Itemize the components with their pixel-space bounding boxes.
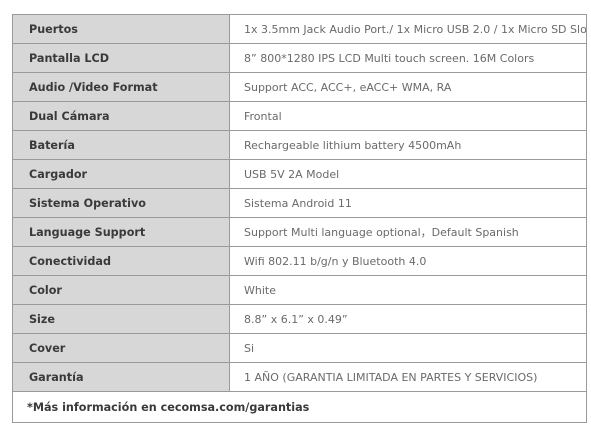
spec-value: Si xyxy=(229,333,587,363)
spec-label: Batería xyxy=(12,130,230,160)
spec-label: Sistema Operativo xyxy=(12,188,230,218)
spec-row: Batería Rechargeable lithium battery 450… xyxy=(12,130,587,160)
spec-row: Sistema Operativo Sistema Android 11 xyxy=(12,188,587,218)
spec-row: Pantalla LCD 8” 800*1280 IPS LCD Multi t… xyxy=(12,43,587,73)
spec-value: Support ACC, ACC+, eACC+ WMA, RA xyxy=(229,72,587,102)
spec-row: Language Support Support Multi language … xyxy=(12,217,587,247)
spec-value: Support Multi language optional，Default … xyxy=(229,217,587,247)
spec-value: Wifi 802.11 b/g/n y Bluetooth 4.0 xyxy=(229,246,587,276)
spec-label: Audio /Video Format xyxy=(12,72,230,102)
spec-value: Rechargeable lithium battery 4500mAh xyxy=(229,130,587,160)
spec-label: Garantía xyxy=(12,362,230,392)
spec-value: 8” 800*1280 IPS LCD Multi touch screen. … xyxy=(229,43,587,73)
spec-row: Cover Si xyxy=(12,333,587,363)
spec-row: Size 8.8” x 6.1” x 0.49” xyxy=(12,304,587,334)
spec-row: Puertos 1x 3.5mm Jack Audio Port./ 1x Mi… xyxy=(12,14,587,44)
spec-row: Cargador USB 5V 2A Model xyxy=(12,159,587,189)
spec-label: Pantalla LCD xyxy=(12,43,230,73)
spec-label: Language Support xyxy=(12,217,230,247)
spec-label: Cover xyxy=(12,333,230,363)
spec-row: Dual Cámara Frontal xyxy=(12,101,587,131)
warranty-footnote: *Más información en cecomsa.com/garantia… xyxy=(12,391,587,423)
spec-value: 1 AÑO (GARANTIA LIMITADA EN PARTES Y SER… xyxy=(229,362,587,392)
spec-value: Sistema Android 11 xyxy=(229,188,587,218)
spec-table: Puertos 1x 3.5mm Jack Audio Port./ 1x Mi… xyxy=(12,14,587,423)
spec-label: Cargador xyxy=(12,159,230,189)
spec-label: Puertos xyxy=(12,14,230,44)
spec-label: Size xyxy=(12,304,230,334)
spec-row: Audio /Video Format Support ACC, ACC+, e… xyxy=(12,72,587,102)
spec-row: Color White xyxy=(12,275,587,305)
spec-value: White xyxy=(229,275,587,305)
footnote-row: *Más información en cecomsa.com/garantia… xyxy=(12,391,587,423)
spec-label: Dual Cámara xyxy=(12,101,230,131)
spec-value: Frontal xyxy=(229,101,587,131)
spec-value: 8.8” x 6.1” x 0.49” xyxy=(229,304,587,334)
spec-label: Color xyxy=(12,275,230,305)
spec-row: Conectividad Wifi 802.11 b/g/n y Bluetoo… xyxy=(12,246,587,276)
spec-row: Garantía 1 AÑO (GARANTIA LIMITADA EN PAR… xyxy=(12,362,587,392)
spec-value: USB 5V 2A Model xyxy=(229,159,587,189)
spec-value: 1x 3.5mm Jack Audio Port./ 1x Micro USB … xyxy=(229,14,587,44)
spec-label: Conectividad xyxy=(12,246,230,276)
